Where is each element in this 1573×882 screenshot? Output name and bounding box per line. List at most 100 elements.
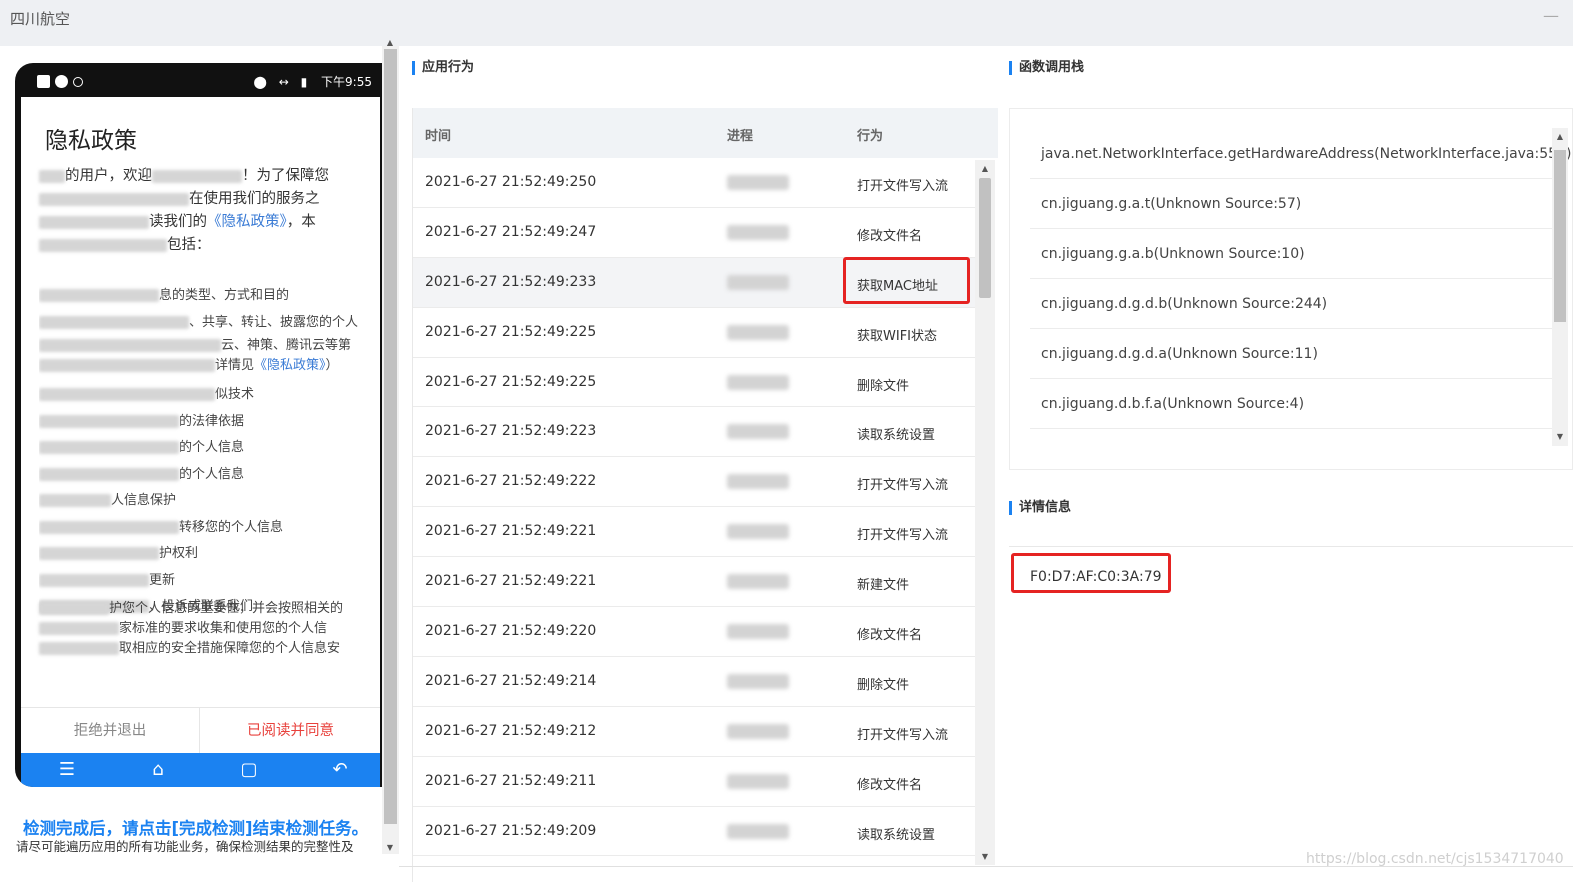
stack-frame[interactable]: cn.jiguang.g.a.t(Unknown Source:57) bbox=[1030, 179, 1552, 229]
notification-info-icon bbox=[73, 76, 83, 87]
redacted-text bbox=[39, 238, 167, 252]
redacted-text bbox=[152, 169, 242, 183]
behavior-table: 时间 进程 行为 2021-6-27 21:52:49:250 打开文件写入流 2… bbox=[412, 108, 998, 882]
redacted-text bbox=[39, 215, 149, 229]
scroll-down-arrow-icon[interactable]: ▼ bbox=[1552, 432, 1568, 441]
table-row[interactable]: 2021-6-27 21:52:49:209 读取系统设置 bbox=[413, 807, 976, 857]
toc-item: 转移您的个人信息 bbox=[39, 515, 365, 542]
policy-intro: 的用户，欢迎 ！为了保障您 在使用我们的服务之 读我们的《隐私政策》，本 包括： bbox=[39, 165, 361, 257]
detail-divider bbox=[1009, 546, 1573, 547]
table-row[interactable]: 2021-6-27 21:52:49:222 打开文件写入流 bbox=[413, 457, 976, 508]
redacted-process bbox=[727, 175, 789, 190]
table-row[interactable]: 2021-6-27 21:52:49:211 修改文件名 bbox=[413, 757, 976, 807]
table-row[interactable]: 2021-6-27 21:52:49:220 修改文件名 bbox=[413, 607, 976, 657]
stack-frame-partial bbox=[1030, 429, 1552, 469]
status-time: 下午9:55 bbox=[321, 75, 372, 89]
recent-apps-icon[interactable]: ▢ bbox=[229, 758, 269, 782]
stack-frame[interactable]: cn.jiguang.d.b.f.a(Unknown Source:4) bbox=[1030, 379, 1552, 429]
column-action: 行为 bbox=[857, 129, 884, 144]
scrollbar-thumb[interactable] bbox=[1554, 150, 1566, 322]
phone-frame: ⬤ ↔ ▮ 下午9:55 隐私政策 的用户，欢迎 ！为了保障您 在使用我们的服务之… bbox=[15, 63, 384, 787]
notification-circle-icon bbox=[55, 75, 68, 88]
agree-button[interactable]: 已阅读并同意 bbox=[201, 708, 380, 754]
redacted-process bbox=[727, 723, 789, 739]
table-header: 时间 进程 行为 bbox=[413, 108, 998, 158]
detail-section-title: 详情信息 bbox=[1009, 500, 1071, 516]
status-right: ⬤ ↔ ▮ 下午9:55 bbox=[254, 73, 373, 90]
scroll-up-arrow-icon[interactable]: ▲ bbox=[382, 38, 398, 47]
redacted-process bbox=[727, 374, 789, 390]
policy-closing: 护您个人信息的重要性，并会按照相关的 家标准的要求收集和使用您的个人信 取相应的… bbox=[39, 599, 365, 659]
toc-item: 的法律依据 bbox=[39, 409, 365, 436]
stack-frame[interactable]: cn.jiguang.d.g.d.a(Unknown Source:11) bbox=[1030, 329, 1552, 379]
table-row[interactable]: 2021-6-27 21:52:49:221 新建文件 bbox=[413, 557, 976, 608]
privacy-policy-link[interactable]: 《隐私政策》 bbox=[254, 358, 326, 373]
toc-item: 详情见《隐私政策》） bbox=[39, 356, 365, 382]
redacted-process bbox=[727, 574, 789, 590]
scrollbar-thumb[interactable] bbox=[979, 178, 991, 298]
intro-line: 包括： bbox=[39, 234, 361, 257]
title-bar: 四川航空 — bbox=[0, 0, 1573, 46]
call-stack-scrollbar[interactable] bbox=[1552, 128, 1568, 446]
scroll-up-arrow-icon[interactable]: ▲ bbox=[977, 164, 993, 173]
toc-item: 云、神策、腾讯云等第 bbox=[39, 336, 365, 356]
privacy-policy-link[interactable]: 《隐私政策》 bbox=[207, 214, 287, 230]
device-panel: ⬤ ↔ ▮ 下午9:55 隐私政策 的用户，欢迎 ！为了保障您 在使用我们的服务之… bbox=[0, 46, 384, 882]
back-icon[interactable]: ↶ bbox=[320, 758, 360, 782]
menu-icon[interactable]: ☰ bbox=[47, 758, 87, 782]
redacted-process bbox=[727, 424, 789, 440]
toc-item: 的个人信息 bbox=[39, 435, 365, 462]
scroll-down-arrow-icon[interactable]: ▼ bbox=[382, 843, 398, 852]
policy-title: 隐私政策 bbox=[45, 128, 137, 154]
column-process: 进程 bbox=[727, 129, 754, 144]
intro-line: 的用户，欢迎 ！为了保障您 bbox=[39, 165, 361, 188]
window-title: 四川航空 bbox=[10, 10, 71, 28]
table-row[interactable]: 2021-6-27 21:52:49:247 修改文件名 bbox=[413, 208, 976, 258]
toc-item: 息的类型、方式和目的 bbox=[39, 283, 365, 310]
redacted-process bbox=[727, 673, 789, 689]
table-row[interactable]: 2021-6-27 21:52:49:214 删除文件 bbox=[413, 657, 976, 707]
toc-item: 的个人信息 bbox=[39, 462, 365, 489]
redacted-process bbox=[727, 474, 789, 490]
toc-item: 更新 bbox=[39, 568, 365, 595]
redacted-process bbox=[727, 224, 789, 240]
table-row[interactable]: 2021-6-27 21:52:49:221 打开文件写入流 bbox=[413, 507, 976, 558]
minimize-button[interactable]: — bbox=[1543, 6, 1559, 25]
redacted-process bbox=[727, 773, 789, 789]
column-time: 时间 bbox=[425, 129, 452, 144]
detail-highlight-box bbox=[1011, 553, 1171, 593]
watermark: https://blog.csdn.net/cjs1534717040 bbox=[1306, 851, 1564, 867]
stack-frame[interactable]: java.net.NetworkInterface.getHardwareAdd… bbox=[1030, 129, 1571, 179]
table-row[interactable]: 2021-6-27 21:52:49:225 获取WIFI状态 bbox=[413, 308, 976, 358]
behavior-table-scrollbar[interactable] bbox=[975, 160, 995, 865]
table-row[interactable]: 2021-6-27 21:52:49:225 删除文件 bbox=[413, 358, 976, 408]
table-row[interactable]: 2021-6-27 21:52:49:250 打开文件写入流 bbox=[413, 158, 976, 208]
table-row[interactable]: 2021-6-27 21:52:49:212 打开文件写入流 bbox=[413, 707, 976, 757]
redacted-process bbox=[727, 823, 789, 839]
coverage-hint: 请尽可能遍历应用的所有功能业务，确保检测结果的完整性及 bbox=[16, 839, 354, 854]
policy-contents: 息的类型、方式和目的 、共享、转让、披露您的个人 云、神策、腾讯云等第 详情见《… bbox=[39, 283, 365, 621]
status-system-icons: ⬤ ↔ ▮ bbox=[253, 75, 312, 89]
stack-frame[interactable]: cn.jiguang.d.g.d.b(Unknown Source:244) bbox=[1030, 279, 1552, 329]
toc-item: 、共享、转让、披露您的个人 bbox=[39, 310, 365, 337]
stack-section-title: 函数调用栈 bbox=[1009, 60, 1084, 76]
scroll-up-arrow-icon[interactable]: ▲ bbox=[1552, 132, 1568, 141]
redacted-process bbox=[727, 524, 789, 540]
scrollbar-thumb[interactable] bbox=[384, 49, 397, 824]
intro-line: 读我们的《隐私政策》，本 bbox=[39, 211, 361, 234]
table-row[interactable]: 2021-6-27 21:52:49:223 读取系统设置 bbox=[413, 407, 976, 458]
home-icon[interactable]: ⌂ bbox=[138, 758, 178, 782]
phone-nav-bar: ☰ ⌂ ▢ ↶ bbox=[21, 753, 380, 787]
redacted-text bbox=[39, 169, 65, 183]
stack-frame[interactable]: cn.jiguang.g.a.b(Unknown Source:10) bbox=[1030, 229, 1552, 279]
scroll-down-arrow-icon[interactable]: ▼ bbox=[977, 852, 993, 861]
call-stack-panel: java.net.NetworkInterface.getHardwareAdd… bbox=[1009, 108, 1573, 470]
behavior-section-title: 应用行为 bbox=[412, 60, 474, 76]
toc-item: 人信息保护 bbox=[39, 488, 365, 515]
policy-actions: 拒绝并退出 已阅读并同意 bbox=[21, 707, 380, 754]
redacted-process bbox=[727, 324, 789, 340]
toc-item: 似技术 bbox=[39, 382, 365, 409]
redacted-text bbox=[39, 192, 189, 206]
reject-exit-button[interactable]: 拒绝并退出 bbox=[21, 708, 200, 754]
left-panel-scrollbar[interactable] bbox=[382, 46, 399, 854]
